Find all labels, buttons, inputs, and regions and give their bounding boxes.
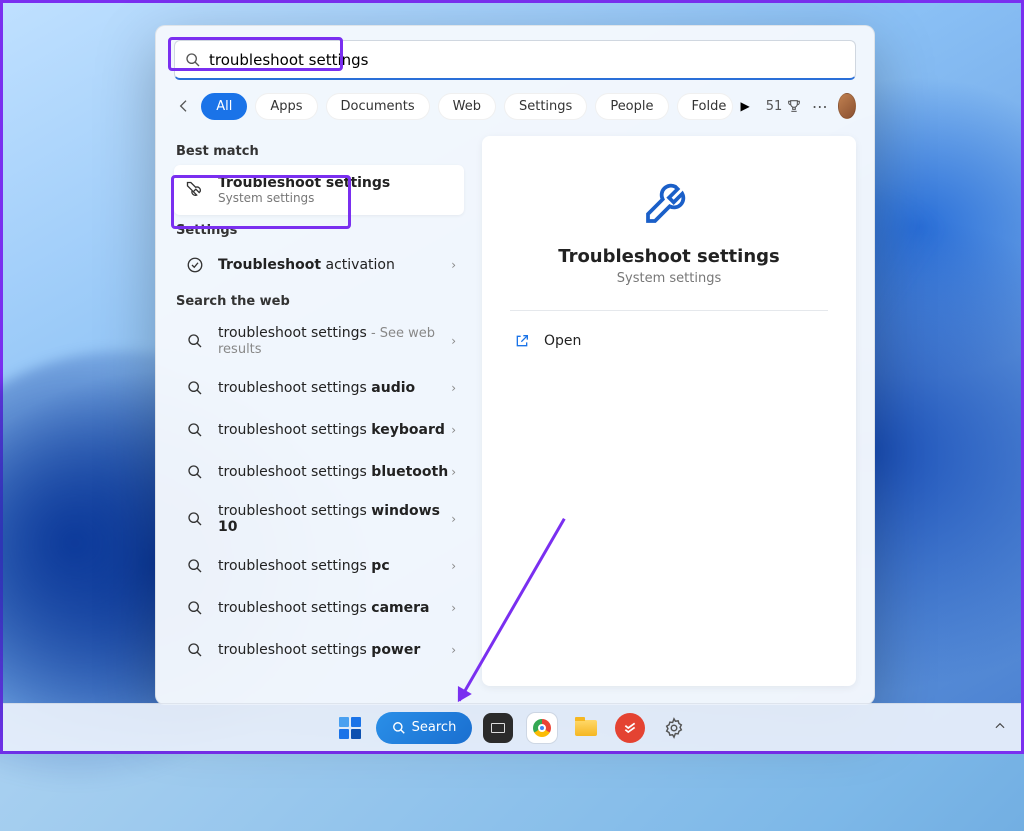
chevron-up-icon (993, 719, 1007, 733)
search-icon (184, 461, 206, 483)
taskbar-app-todoist[interactable] (612, 710, 648, 746)
filter-row: All Apps Documents Web Settings People F… (156, 92, 874, 130)
taskbar-app-chrome[interactable] (524, 710, 560, 746)
search-input[interactable] (209, 51, 845, 69)
tab-apps[interactable]: Apps (255, 93, 317, 120)
web-section-header: Search the web (176, 294, 462, 309)
chevron-right-icon: › (451, 334, 456, 348)
settings-result-item[interactable]: Troubleshoot activation › (174, 244, 464, 286)
search-icon (184, 377, 206, 399)
taskbar: Search (3, 703, 1021, 751)
web-result-item[interactable]: troubleshoot settings power › (174, 629, 464, 671)
preview-pane: Troubleshoot settings System settings Op… (482, 136, 856, 686)
wrench-icon (184, 179, 206, 201)
best-match-header: Best match (176, 144, 462, 159)
web-result-item[interactable]: troubleshoot settings camera › (174, 587, 464, 629)
web-result-item[interactable]: troubleshoot settings keyboard › (174, 409, 464, 451)
chevron-right-icon: › (451, 465, 456, 479)
search-icon (184, 508, 206, 530)
trophy-icon (786, 98, 802, 114)
search-icon (184, 330, 206, 352)
web-result-item[interactable]: troubleshoot settings pc › (174, 545, 464, 587)
chevron-right-icon: › (451, 643, 456, 657)
tab-documents[interactable]: Documents (326, 93, 430, 120)
tab-folders[interactable]: Folders (677, 93, 733, 120)
results-column: Best match Troubleshoot settings System … (156, 130, 476, 704)
gear-icon (663, 717, 685, 739)
tab-people[interactable]: People (595, 93, 668, 120)
chevron-right-icon: › (451, 258, 456, 272)
web-result-item[interactable]: troubleshoot settings bluetooth › (174, 451, 464, 493)
check-circle-icon (184, 254, 206, 276)
tab-web[interactable]: Web (438, 93, 496, 120)
rewards-badge[interactable]: 51 (766, 98, 803, 114)
search-icon (184, 419, 206, 441)
web-result-item[interactable]: troubleshoot settings - See web results … (174, 315, 464, 367)
preview-subtitle: System settings (510, 271, 828, 286)
more-button[interactable]: ⋯ (810, 92, 829, 120)
chevron-right-icon: › (451, 559, 456, 573)
search-icon (392, 721, 406, 735)
chevron-right-icon: › (451, 381, 456, 395)
search-box[interactable] (174, 40, 856, 80)
settings-section-header: Settings (176, 223, 462, 238)
start-button[interactable] (332, 710, 368, 746)
preview-title: Troubleshoot settings (510, 246, 828, 267)
taskbar-app-settings[interactable] (656, 710, 692, 746)
chevron-right-icon: › (451, 512, 456, 526)
search-icon (184, 639, 206, 661)
taskbar-app-explorer[interactable] (568, 710, 604, 746)
search-icon (184, 555, 206, 577)
back-button[interactable] (174, 92, 193, 120)
web-result-item[interactable]: troubleshoot settings windows 10 › (174, 493, 464, 545)
wrench-icon (641, 172, 697, 228)
open-action[interactable]: Open (510, 325, 828, 357)
chevron-right-icon: › (451, 601, 456, 615)
open-link-icon (514, 333, 530, 349)
tray-overflow-button[interactable] (993, 719, 1007, 737)
tab-settings[interactable]: Settings (504, 93, 587, 120)
tab-all[interactable]: All (201, 93, 247, 120)
search-icon (184, 597, 206, 619)
best-match-item[interactable]: Troubleshoot settings System settings (174, 165, 464, 215)
task-view-button[interactable] (480, 710, 516, 746)
taskbar-search-button[interactable]: Search (376, 712, 473, 744)
chevron-right-icon: › (451, 423, 456, 437)
web-result-item[interactable]: troubleshoot settings audio › (174, 367, 464, 409)
best-match-subtitle: System settings (218, 191, 454, 205)
filter-overflow-button[interactable]: ▶ (741, 99, 750, 113)
search-icon (185, 52, 201, 68)
user-avatar[interactable] (838, 93, 856, 119)
best-match-title: Troubleshoot settings (218, 175, 454, 191)
